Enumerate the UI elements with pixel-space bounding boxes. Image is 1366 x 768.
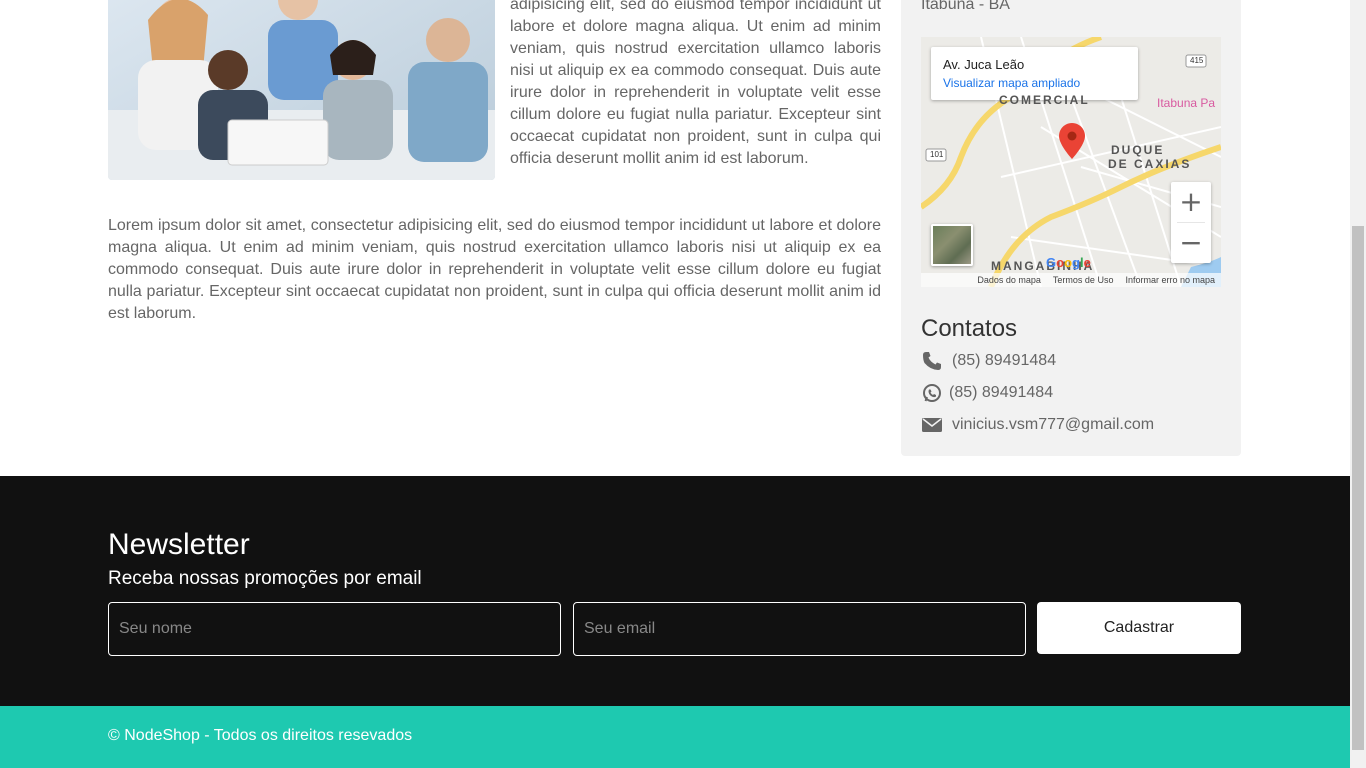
sidebar: Itabuna - BA Av. Juca Leão Visualizar ma…: [901, 0, 1241, 456]
map-zoom-control: + −: [1171, 182, 1211, 263]
city-label: Itabuna - BA: [921, 0, 1010, 13]
view-larger-map-link[interactable]: Visualizar mapa ampliado: [943, 75, 1126, 91]
team-photo-illustration: [108, 0, 495, 180]
newsletter-section: Newsletter Receba nossas promoções por e…: [0, 476, 1350, 706]
map-terms-link[interactable]: Termos de Uso: [1053, 275, 1114, 285]
map-place-title: Av. Juca Leão: [943, 57, 1025, 72]
newsletter-subtitle: Receba nossas promoções por email: [108, 568, 422, 589]
map-label-comercial: COMERCIAL: [999, 93, 1090, 107]
newsletter-submit-button[interactable]: Cadastrar: [1037, 602, 1241, 654]
map-embed[interactable]: Av. Juca Leão Visualizar mapa ampliado C…: [921, 37, 1221, 287]
satellite-toggle[interactable]: [931, 224, 973, 266]
map-footer: Dados do mapa Termos de Uso Informar err…: [921, 273, 1221, 287]
contacts-heading: Contatos: [921, 315, 1018, 342]
contact-phone-text: (85) 89491484: [952, 352, 1057, 369]
scrollbar-thumb[interactable]: [1352, 226, 1364, 750]
newsletter-name-input[interactable]: [108, 602, 561, 656]
envelope-icon: [921, 414, 943, 436]
contact-phone: (85) 89491484: [921, 350, 1056, 372]
page-scrollbar[interactable]: [1350, 0, 1366, 768]
google-logo-o2: o: [1064, 255, 1073, 270]
google-logo-g: G: [1046, 255, 1057, 270]
article-paragraph: Lorem ipsum dolor sit amet, consectetur …: [108, 217, 881, 322]
team-photo: [108, 0, 495, 180]
road-shield-101: 101: [930, 150, 944, 159]
map-label-duque: DUQUE: [1111, 143, 1165, 157]
zoom-out-button[interactable]: −: [1171, 223, 1211, 263]
article-paragraph-side: adipisicing elit, sed do eiusmod tempor …: [510, 0, 881, 167]
newsletter-title: Newsletter: [108, 528, 250, 561]
page-footer: © NodeShop - Todos os direitos resevados: [0, 706, 1350, 768]
google-logo-o1: o: [1056, 255, 1065, 270]
zoom-in-button[interactable]: +: [1171, 182, 1211, 222]
google-logo-e: e: [1083, 255, 1091, 270]
page-viewport: adipisicing elit, sed do eiusmod tempor …: [0, 0, 1350, 768]
map-report-link[interactable]: Informar erro no mapa: [1125, 275, 1215, 285]
contact-whatsapp-text: (85) 89491484: [949, 384, 1054, 401]
map-label-caxias: DE CAXIAS: [1108, 157, 1192, 171]
map-label-itabuna: Itabuna Pa: [1157, 96, 1216, 110]
road-shield-415: 415: [1190, 56, 1204, 65]
contact-email-text: vinicius.vsm777@gmail.com: [952, 416, 1155, 433]
map-pin-icon[interactable]: [1059, 123, 1085, 159]
contact-whatsapp: (85) 89491484: [921, 382, 1053, 404]
whatsapp-icon: [921, 382, 943, 404]
newsletter-email-input[interactable]: [573, 602, 1026, 656]
phone-icon: [921, 350, 943, 372]
footer-copyright: © NodeShop - Todos os direitos resevados: [108, 727, 413, 744]
contact-email: vinicius.vsm777@gmail.com: [921, 414, 1154, 436]
map-data-link[interactable]: Dados do mapa: [977, 275, 1041, 285]
google-logo: Google: [1046, 255, 1091, 270]
google-logo-g2: g: [1072, 255, 1080, 270]
